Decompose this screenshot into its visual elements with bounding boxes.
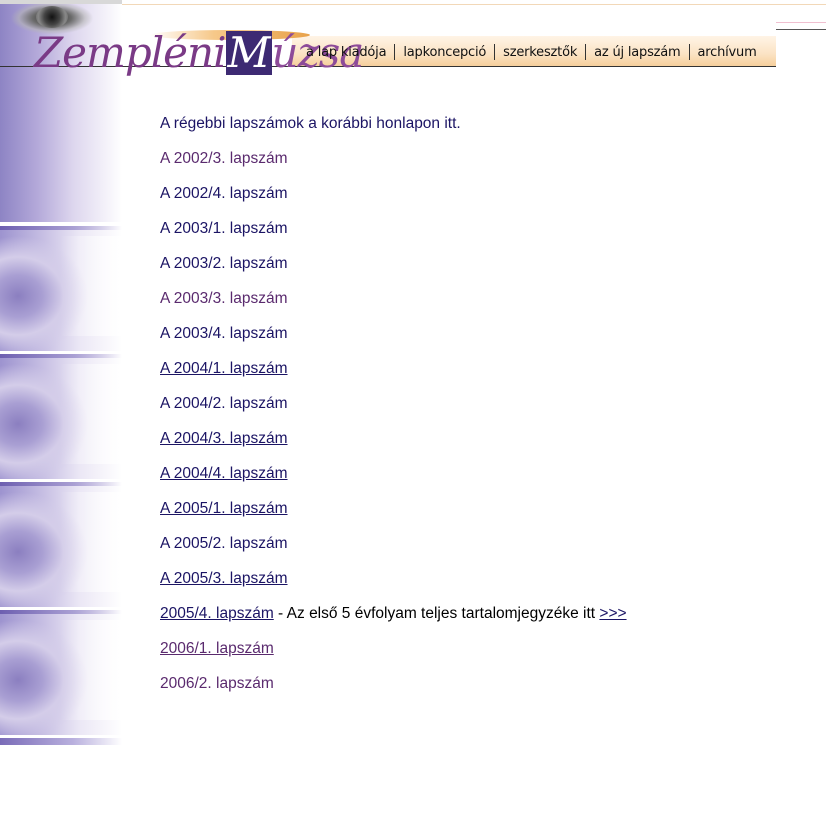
nav-item-archive[interactable]: archívum	[690, 45, 765, 60]
issue-2005-1-link[interactable]: A 2005/1. lapszám	[160, 500, 288, 517]
issue-2004-4-link[interactable]: A 2004/4. lapszám	[160, 465, 288, 482]
issue-2003-1[interactable]: A 2003/1. lapszám	[160, 217, 800, 252]
issue-2003-3[interactable]: A 2003/3. lapszám	[160, 287, 800, 322]
nav-item-publisher[interactable]: a lap kiadója	[298, 45, 394, 60]
issue-2003-2[interactable]: A 2003/2. lapszám	[160, 252, 800, 287]
issue-2005-4-link[interactable]: 2005/4. lapszám	[160, 605, 274, 622]
issue-2002-4[interactable]: A 2002/4. lapszám	[160, 182, 800, 217]
deco-segment	[0, 354, 122, 479]
issue-2004-1-link[interactable]: A 2004/1. lapszám	[160, 360, 288, 377]
left-decoration	[0, 0, 122, 745]
issue-2005-4-row: 2005/4. lapszám - Az első 5 évfolyam tel…	[160, 602, 800, 637]
intro-text[interactable]: A régebbi lapszámok a korábbi honlapon i…	[160, 112, 800, 147]
header-accent-line	[776, 29, 826, 30]
eye-iris	[36, 6, 68, 28]
nav-item-concept[interactable]: lapkoncepció	[395, 45, 494, 60]
deco-segment	[0, 226, 122, 351]
issue-2005-2[interactable]: A 2005/2. lapszám	[160, 532, 800, 567]
nav-item-editors[interactable]: szerkesztők	[495, 45, 585, 60]
issue-2002-3[interactable]: A 2002/3. lapszám	[160, 147, 800, 182]
archive-list: A régebbi lapszámok a korábbi honlapon i…	[160, 112, 800, 707]
issue-2003-4[interactable]: A 2003/4. lapszám	[160, 322, 800, 357]
issue-2004-2[interactable]: A 2004/2. lapszám	[160, 392, 800, 427]
deco-bottom-bar	[0, 738, 122, 745]
toc-note: - Az első 5 évfolyam teljes tartalomjegy…	[273, 605, 600, 622]
header-top-line	[122, 4, 826, 5]
issue-2005-3-link[interactable]: A 2005/3. lapszám	[160, 570, 288, 587]
logo-part-2: M	[225, 28, 272, 77]
issue-2004-3-link[interactable]: A 2004/3. lapszám	[160, 430, 288, 447]
deco-segment	[0, 610, 122, 735]
issue-2006-2[interactable]: 2006/2. lapszám	[160, 672, 800, 707]
nav-item-new-issue[interactable]: az új lapszám	[586, 45, 688, 60]
header-accent-line	[776, 22, 826, 23]
toc-arrow-link[interactable]: >>>	[599, 605, 626, 622]
deco-segment	[0, 482, 122, 607]
main-nav: a lap kiadója lapkoncepció szerkesztők a…	[298, 38, 776, 66]
issue-2006-1-link[interactable]: 2006/1. lapszám	[160, 640, 274, 657]
logo-part-1: Zempléni	[34, 28, 227, 77]
